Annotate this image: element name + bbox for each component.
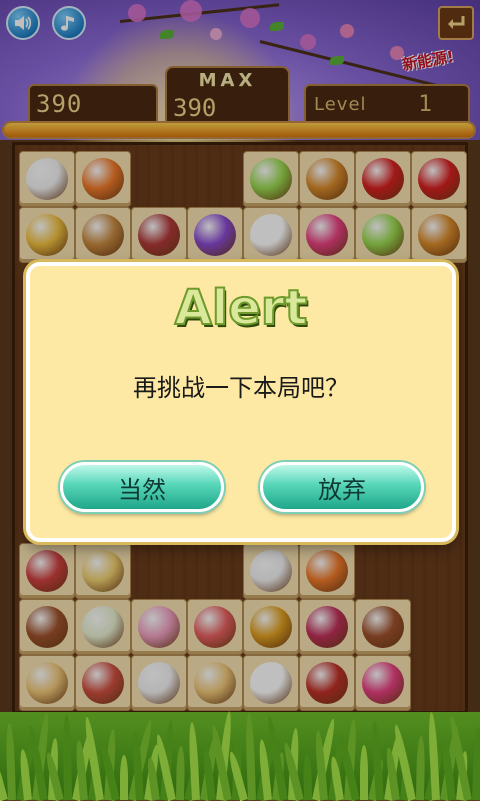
dialog-message: 再挑战一下本局吧？: [133, 374, 349, 402]
give-up-button[interactable]: 放弃: [260, 462, 424, 512]
confirm-button[interactable]: 当然: [60, 462, 224, 512]
alert-dialog: Alert 再挑战一下本局吧？ 当然 放弃: [26, 262, 456, 542]
dialog-title: Alert: [174, 279, 309, 337]
